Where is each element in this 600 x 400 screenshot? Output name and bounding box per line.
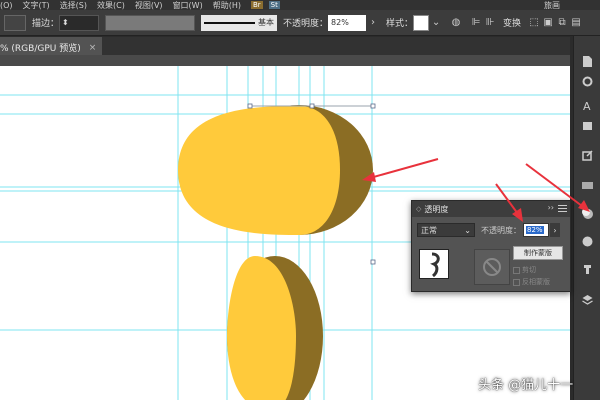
- isolate-icon[interactable]: ⬚: [527, 16, 541, 30]
- tab-document[interactable]: % (RGB/GPU 预览) ×: [0, 37, 103, 55]
- annotation-arrow-canvas: [362, 158, 439, 182]
- object-thumbnail[interactable]: [419, 249, 449, 279]
- align-icon[interactable]: ⊫: [469, 16, 483, 30]
- pathfinder-icon[interactable]: ▤: [569, 16, 583, 30]
- menu-item-view[interactable]: 视图(V): [135, 0, 173, 10]
- document-tab-bar: % (RGB/GPU 预览) ×: [0, 37, 570, 55]
- panel-opacity-value: 82%: [526, 226, 544, 234]
- shape-icon[interactable]: ▣: [541, 16, 555, 30]
- head-highlight-shape[interactable]: [178, 106, 340, 235]
- annotation-arrow-panel: [495, 183, 523, 222]
- brush-definition-dropdown[interactable]: 基本: [201, 14, 278, 31]
- stroke-preview-line: [204, 21, 256, 24]
- type-icon[interactable]: A: [580, 98, 595, 113]
- clip-checkbox[interactable]: 剪切: [513, 265, 536, 275]
- stroke-weight-stepper[interactable]: ⬍: [59, 14, 100, 31]
- symbols-icon[interactable]: [580, 262, 595, 277]
- layers-icon[interactable]: [580, 292, 595, 307]
- panel-menu-icon[interactable]: [558, 205, 567, 212]
- collapse-icon[interactable]: ◇: [416, 205, 421, 213]
- chevron-down-icon[interactable]: ⌄: [429, 16, 443, 30]
- style-label: 样式：: [386, 19, 414, 29]
- double-chevron-icon[interactable]: ››: [548, 203, 554, 212]
- chevron-right-icon[interactable]: ›: [550, 223, 560, 237]
- appearance-icon[interactable]: [580, 234, 595, 249]
- menu-item-effect[interactable]: 效果(C): [97, 0, 135, 10]
- blend-mode-value: 正常: [421, 225, 437, 235]
- control-bar: 描边： ⬍ 基本 不透明度： 82% › 样式： ⌄ ◍ ⊫ ⊪ 变换 ⬚ ▣ …: [0, 10, 600, 36]
- transparency-panel-title: 透明度: [424, 204, 449, 214]
- opacity-input[interactable]: 82%: [328, 14, 367, 31]
- document-icon[interactable]: [580, 54, 595, 69]
- invert-mask-label: 反相蒙版: [522, 278, 550, 286]
- clip-label: 剪切: [522, 266, 536, 274]
- panel-opacity-label: 不透明度：: [481, 225, 521, 235]
- opacity-label: 不透明度：: [283, 19, 329, 29]
- stroke-style-label: 基本: [258, 18, 275, 27]
- watermark: 头条 @猫儿十一: [478, 378, 574, 393]
- invert-mask-checkbox[interactable]: 反相蒙版: [513, 277, 550, 287]
- recolor-icon[interactable]: ◍: [449, 16, 463, 30]
- transform-button[interactable]: 变换: [503, 16, 521, 29]
- glyph-icon[interactable]: [580, 118, 595, 133]
- mask-placeholder: [474, 249, 510, 285]
- menu-item-help[interactable]: 帮助(H): [213, 0, 251, 10]
- close-icon[interactable]: ×: [89, 43, 97, 53]
- stroke-color-swatch[interactable]: [4, 14, 26, 31]
- distribute-icon[interactable]: ⊪: [483, 16, 497, 30]
- menu-item-type[interactable]: 文字(T): [23, 0, 60, 10]
- make-mask-button[interactable]: 制作蒙版: [513, 246, 563, 260]
- menu-item-select[interactable]: 选择(S): [60, 0, 97, 10]
- svg-text:A: A: [583, 100, 591, 112]
- menu-bar: (O) 文字(T) 选择(S) 效果(C) 视图(V) 窗口(W) 帮助(H) …: [0, 0, 600, 10]
- bridge-icon[interactable]: Br: [250, 1, 263, 9]
- arrange-icon[interactable]: ⧉: [555, 16, 569, 30]
- chevron-right-icon[interactable]: ›: [366, 16, 380, 30]
- menu-item-object[interactable]: (O): [0, 1, 23, 10]
- gear-icon[interactable]: [580, 74, 595, 89]
- stroke-label: 描边：: [32, 19, 60, 29]
- menu-item-window[interactable]: 窗口(W): [173, 0, 213, 10]
- stock-icon[interactable]: St: [268, 1, 280, 9]
- chevron-down-icon: ⌄: [464, 225, 471, 235]
- no-mask-icon: [483, 258, 501, 276]
- tab-document-title: % (RGB/GPU 预览): [0, 44, 81, 54]
- blend-mode-select[interactable]: 正常 ⌄: [417, 223, 475, 237]
- workspace-switcher[interactable]: 旅画: [544, 0, 570, 10]
- variable-width-field[interactable]: [105, 14, 196, 31]
- graphic-style-swatch[interactable]: [413, 14, 430, 31]
